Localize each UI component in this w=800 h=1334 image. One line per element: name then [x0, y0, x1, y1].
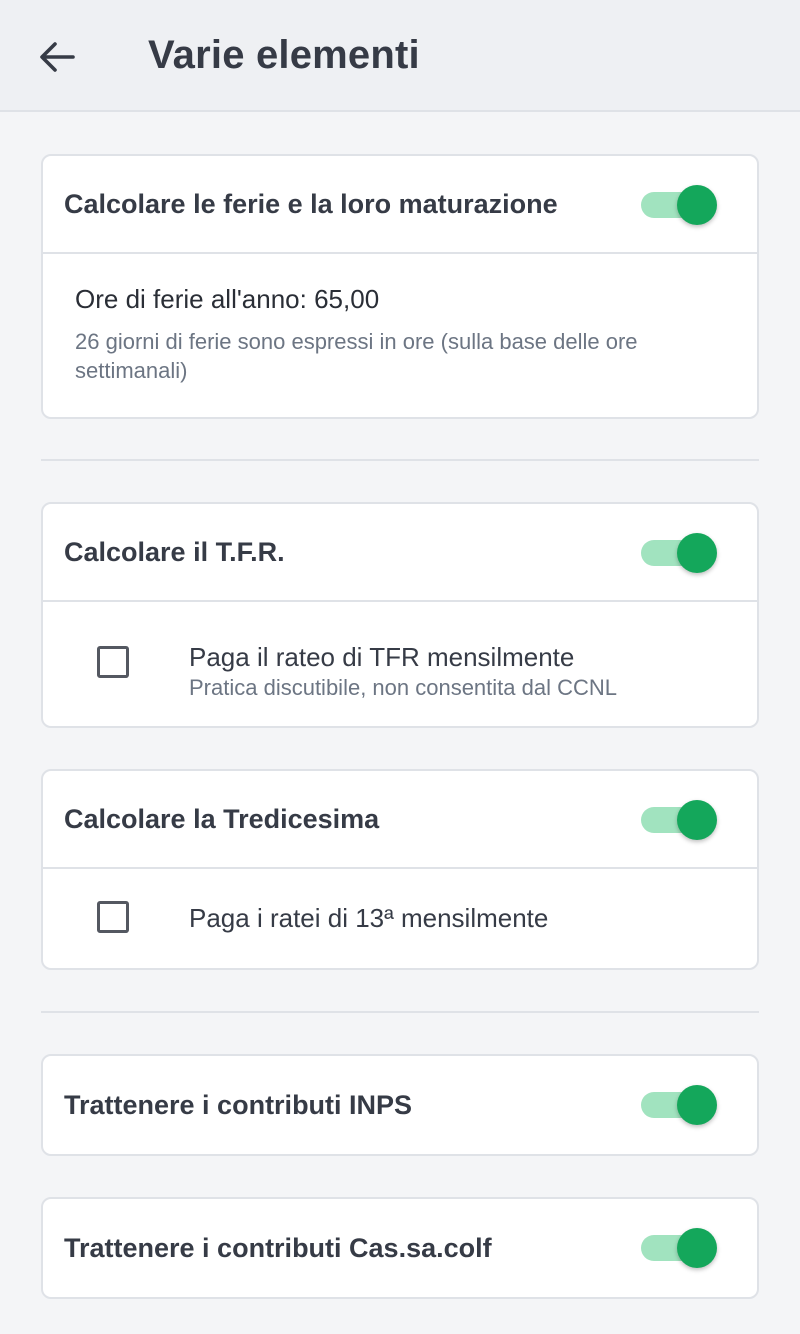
- tredicesima-option-row[interactable]: Paga i ratei di 13ª mensilmente: [43, 869, 757, 968]
- tredicesima-card: Calcolare la Tredicesima Paga i ratei di…: [41, 769, 759, 970]
- tfr-monthly-label: Paga il rateo di TFR mensilmente: [189, 642, 575, 672]
- ferie-hours-label: Ore di ferie all'anno: 65,00: [75, 284, 380, 314]
- page-title: Varie elementi: [148, 33, 420, 77]
- section-divider: [41, 1011, 759, 1013]
- inps-toggle-label: Trattenere i contributi INPS: [64, 1089, 413, 1120]
- ferie-hours-note: 26 giorni di ferie sono espressi in ore …: [75, 329, 638, 383]
- cassacolf-card-header: Trattenere i contributi Cas.sa.colf: [43, 1199, 757, 1297]
- tfr-card-header: Calcolare il T.F.R.: [43, 504, 757, 602]
- tfr-card: Calcolare il T.F.R. Paga il rateo di TFR…: [41, 502, 759, 728]
- inps-card-header: Trattenere i contributi INPS: [43, 1056, 757, 1154]
- ferie-card-body: Ore di ferie all'anno: 65,00 26 giorni d…: [43, 254, 757, 385]
- toggle-thumb: [677, 533, 717, 573]
- tredicesima-monthly-checkbox[interactable]: [97, 901, 129, 933]
- ferie-card: Calcolare le ferie e la loro maturazione…: [41, 154, 759, 419]
- toggle-thumb: [677, 1085, 717, 1125]
- tredicesima-card-header: Calcolare la Tredicesima: [43, 771, 757, 869]
- ferie-card-header: Calcolare le ferie e la loro maturazione: [43, 156, 757, 254]
- cassacolf-toggle[interactable]: [641, 1228, 717, 1268]
- cassacolf-card: Trattenere i contributi Cas.sa.colf: [41, 1197, 759, 1299]
- tfr-toggle-label: Calcolare il T.F.R.: [64, 536, 285, 567]
- app-bar: Varie elementi: [0, 0, 800, 112]
- tredicesima-toggle[interactable]: [641, 800, 717, 840]
- toggle-thumb: [677, 1228, 717, 1268]
- inps-card: Trattenere i contributi INPS: [41, 1054, 759, 1156]
- arrow-left-icon: [40, 42, 75, 72]
- toggle-thumb: [677, 800, 717, 840]
- tfr-monthly-note: Pratica discutibile, non consentita dal …: [189, 675, 618, 700]
- cassacolf-toggle-label: Trattenere i contributi Cas.sa.colf: [64, 1232, 492, 1263]
- back-button[interactable]: [30, 32, 84, 82]
- ferie-toggle-label: Calcolare le ferie e la loro maturazione: [64, 188, 558, 219]
- tfr-monthly-checkbox[interactable]: [97, 646, 129, 678]
- ferie-toggle[interactable]: [641, 185, 717, 225]
- tfr-toggle[interactable]: [641, 533, 717, 573]
- tredicesima-toggle-label: Calcolare la Tredicesima: [64, 803, 380, 834]
- toggle-thumb: [677, 185, 717, 225]
- tredicesima-monthly-label: Paga i ratei di 13ª mensilmente: [189, 903, 549, 933]
- tfr-option-row[interactable]: Paga il rateo di TFR mensilmente Pratica…: [43, 602, 757, 726]
- inps-toggle[interactable]: [641, 1085, 717, 1125]
- section-divider: [41, 459, 759, 461]
